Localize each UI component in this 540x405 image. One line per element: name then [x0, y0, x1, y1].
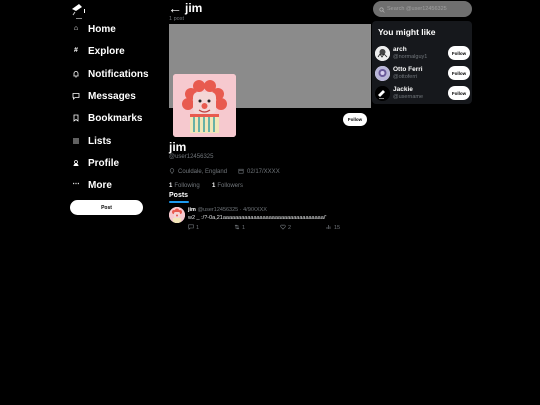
tab-posts[interactable]: Posts: [169, 192, 188, 199]
nav-home-label: Home: [88, 23, 116, 35]
reply-count: 1: [196, 225, 200, 231]
location-text: Couldale, England: [178, 169, 228, 175]
profile-avatar[interactable]: [173, 74, 236, 137]
nav-profile[interactable]: Profile: [72, 154, 119, 172]
suggested-user-avatar: [375, 86, 390, 101]
suggested-user-handle: @normalguy1: [393, 54, 428, 60]
home-icon: ⌂: [73, 25, 79, 32]
suggested-follow-button[interactable]: Follow: [448, 66, 470, 80]
suggested-user-avatar: [375, 66, 390, 81]
tweet-header: jim @user12456325 · 4/9/XXXX: [188, 207, 267, 213]
followers-link[interactable]: 1 Followers: [212, 183, 243, 189]
nav-bookmarks-label: Bookmarks: [88, 112, 143, 124]
post-button[interactable]: Post: [70, 200, 143, 215]
calendar-icon: [238, 168, 244, 176]
following-count: 1: [169, 183, 173, 189]
nav-notifications[interactable]: Notifications: [72, 65, 149, 83]
clown-avatar-image: [173, 74, 236, 137]
tweet-handle-date: @user12456325 · 4/9/XXXX: [197, 207, 267, 213]
nav-more[interactable]: ⋯ More: [72, 176, 112, 194]
tweet-author: jim: [188, 207, 196, 213]
profile-location: Couldale, England: [169, 168, 227, 176]
tweet-text: w2 _ :/?-0a,21aaaaaaaaaaaaaaaaaaaaaaaaaa…: [188, 215, 327, 221]
clown-avatar-small: [169, 207, 185, 223]
like-button[interactable]: 2: [280, 224, 291, 232]
followers-count: 1: [212, 183, 216, 189]
profile-icon: [72, 159, 80, 167]
nav-explore-label: Explore: [88, 45, 125, 57]
back-arrow-icon[interactable]: ←: [168, 0, 182, 16]
suggested-user[interactable]: arch @normalguy1 Follow: [375, 45, 470, 63]
following-link[interactable]: 1 Following: [169, 183, 200, 189]
followers-label: Followers: [217, 183, 244, 189]
nav-notifications-label: Notifications: [88, 68, 149, 80]
views-count: 15: [334, 225, 341, 231]
retweet-icon: [234, 224, 240, 232]
profile-joined: 02/17/XXXX: [238, 168, 280, 176]
nav-more-label: More: [88, 179, 112, 191]
list-icon: [72, 137, 80, 145]
retweet-button[interactable]: 1: [234, 224, 245, 232]
header-post-count: 1 post: [169, 16, 184, 22]
suggested-user-handle: @username: [393, 94, 424, 100]
profile-name: jim: [169, 140, 187, 154]
nav-explore[interactable]: # Explore: [72, 42, 125, 60]
search-bar[interactable]: [373, 1, 472, 17]
nav-profile-label: Profile: [88, 157, 120, 169]
suggested-user-avatar: [375, 46, 390, 61]
suggested-user-name: Otto Ferri: [393, 66, 423, 73]
hashtag-icon: #: [74, 47, 78, 54]
nav-messages-label: Messages: [88, 90, 136, 102]
logo-icon: [72, 4, 85, 19]
like-count: 2: [288, 225, 292, 231]
search-icon: [379, 0, 385, 18]
location-pin-icon: [169, 168, 175, 176]
views-chart-icon: [326, 224, 332, 232]
search-input[interactable]: [387, 6, 467, 12]
retweet-count: 1: [242, 225, 246, 231]
bell-icon: [72, 70, 80, 78]
tweet-avatar[interactable]: [169, 207, 185, 223]
nav-home[interactable]: ⌂ Home: [72, 20, 116, 38]
reply-button[interactable]: 1: [188, 224, 199, 232]
nav-messages[interactable]: Messages: [72, 87, 136, 105]
follow-button[interactable]: Follow: [343, 113, 367, 126]
message-icon: [72, 92, 80, 100]
joined-date: 02/17/XXXX: [247, 169, 280, 175]
suggested-user[interactable]: Otto Ferri @ottoferri Follow: [375, 65, 470, 83]
more-icon: ⋯: [72, 181, 80, 188]
suggested-user-handle: @ottoferri: [393, 74, 418, 80]
profile-handle: @user12456325: [169, 154, 214, 160]
nav-lists-label: Lists: [88, 135, 112, 147]
views-button[interactable]: 15: [326, 224, 340, 232]
nav-lists[interactable]: Lists: [72, 132, 111, 150]
suggested-follow-button[interactable]: Follow: [448, 86, 470, 100]
nav-bookmarks[interactable]: Bookmarks: [72, 109, 142, 127]
reply-icon: [188, 224, 194, 232]
tab-active-indicator: [169, 201, 189, 203]
suggested-user-name: arch: [393, 46, 407, 53]
suggested-user-name: Jackie: [393, 86, 413, 93]
app-logo[interactable]: [70, 2, 90, 20]
heart-icon: [280, 224, 286, 232]
header-title: jim: [185, 1, 203, 15]
suggested-user[interactable]: Jackie @username Follow: [375, 85, 470, 103]
who-to-follow-title: You might like: [378, 27, 436, 37]
following-label: Following: [174, 183, 200, 189]
suggested-follow-button[interactable]: Follow: [448, 46, 470, 60]
bookmark-icon: [72, 114, 80, 122]
